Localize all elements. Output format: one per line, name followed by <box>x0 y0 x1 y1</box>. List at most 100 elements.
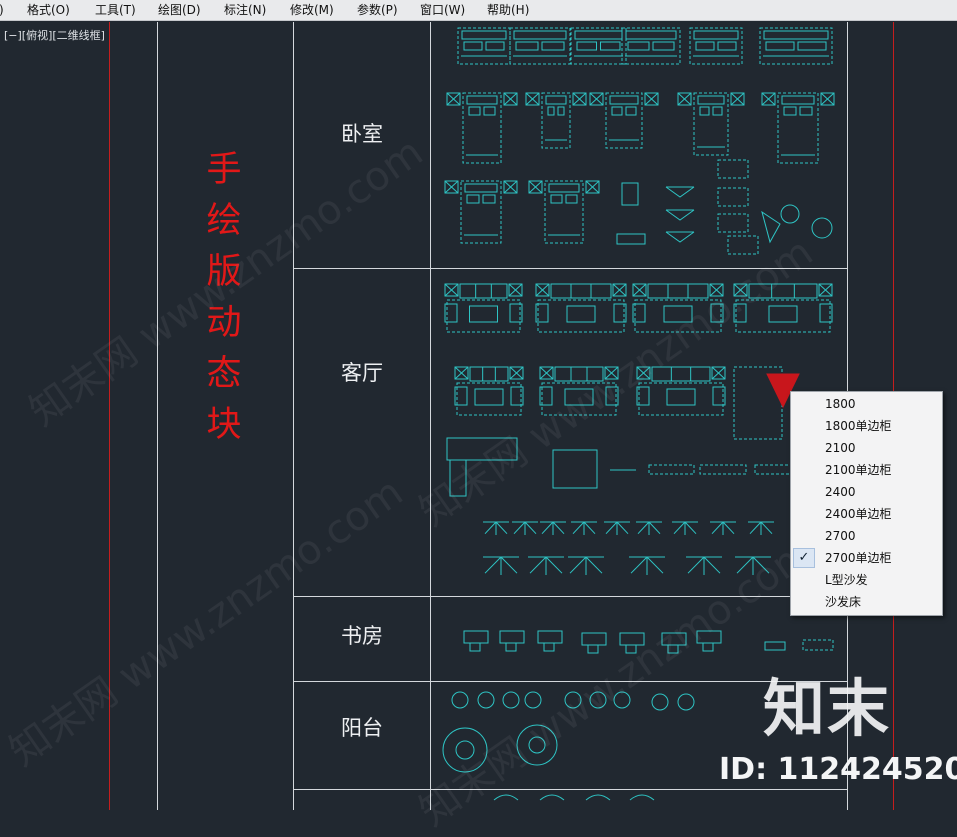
plant-leaf[interactable] <box>684 521 697 535</box>
plant-block[interactable] <box>528 556 564 575</box>
nightstand-block[interactable] <box>632 283 647 297</box>
menu-option-2400[interactable]: 2400 <box>791 481 942 503</box>
nightstand-block[interactable] <box>508 283 523 297</box>
plant-leaf[interactable] <box>500 556 518 574</box>
nightstand-block[interactable] <box>535 283 550 297</box>
chair[interactable] <box>505 642 517 652</box>
menu-option-2700-single-cabinet[interactable]: ✓ 2700单边柜 <box>791 547 942 569</box>
desk-chair-block[interactable] <box>537 630 563 652</box>
nightstand-block[interactable] <box>644 92 659 106</box>
coffee-table[interactable] <box>469 305 498 323</box>
round-chair-block[interactable] <box>780 204 800 224</box>
plant-leaf[interactable] <box>524 521 537 535</box>
bed-pillow[interactable] <box>627 41 650 51</box>
bed-pillow[interactable] <box>482 194 496 204</box>
menu-option-1800-single-cabinet[interactable]: 1800单边柜 <box>791 415 942 437</box>
lounge-chair-block[interactable] <box>539 794 565 801</box>
plant-leaf[interactable] <box>484 556 502 574</box>
rug[interactable] <box>446 299 521 333</box>
bed-frame[interactable] <box>460 180 502 244</box>
bed-pillow[interactable] <box>576 41 597 51</box>
nightstand-block[interactable] <box>539 366 554 380</box>
nightstand-block[interactable] <box>585 180 600 194</box>
chair-block[interactable] <box>665 231 695 243</box>
bed-headboard[interactable] <box>625 30 677 40</box>
plant-block[interactable] <box>483 521 509 535</box>
bed-pillow[interactable] <box>463 41 483 51</box>
plant-leaf[interactable] <box>760 521 773 535</box>
nightstand-block[interactable] <box>528 180 543 194</box>
plant-leaf[interactable] <box>646 556 664 574</box>
bed-block[interactable] <box>509 27 571 65</box>
sofa-set-block[interactable] <box>454 366 524 416</box>
bed-block[interactable] <box>570 27 627 65</box>
lounge-chair-block[interactable] <box>629 794 655 801</box>
bed-headboard[interactable] <box>513 30 567 40</box>
plant-block[interactable] <box>710 521 736 535</box>
nightstand-block[interactable] <box>730 92 745 106</box>
bed-headboard[interactable] <box>763 30 829 40</box>
nightstand-block[interactable] <box>503 92 518 106</box>
round-table-block[interactable] <box>451 691 469 709</box>
bed-block[interactable] <box>693 92 729 156</box>
bed-pillow[interactable] <box>547 106 555 116</box>
round-table-block[interactable] <box>477 691 495 709</box>
sofa-body[interactable] <box>550 283 612 299</box>
nightstand-block[interactable] <box>444 180 459 194</box>
bed-pillow[interactable] <box>765 41 795 51</box>
bed-headboard[interactable] <box>466 95 498 105</box>
bed-pillow[interactable] <box>466 194 480 204</box>
plant-leaf[interactable] <box>616 521 629 535</box>
nightstand-block[interactable] <box>572 92 587 106</box>
bed-frame[interactable] <box>457 27 511 65</box>
bed-headboard[interactable] <box>781 95 815 105</box>
nightstand-block[interactable] <box>818 283 833 297</box>
bookshelf-block[interactable] <box>802 639 834 651</box>
bed-block[interactable] <box>605 92 643 149</box>
bed-block[interactable] <box>552 449 598 489</box>
plant-block[interactable] <box>629 556 665 575</box>
coffee-table[interactable] <box>666 388 696 406</box>
bed-frame[interactable] <box>570 27 627 65</box>
tv-cabinet-block[interactable] <box>699 464 747 475</box>
plant-leaf[interactable] <box>541 521 554 535</box>
sofa-body[interactable] <box>459 283 508 299</box>
bed-pillow[interactable] <box>485 41 505 51</box>
plant-leaf[interactable] <box>583 521 596 535</box>
plant-leaf[interactable] <box>572 521 585 535</box>
bed-pillow[interactable] <box>699 106 710 116</box>
bed-headboard[interactable] <box>464 183 498 193</box>
plant-block[interactable] <box>604 521 630 535</box>
nightstand-block[interactable] <box>509 366 524 380</box>
round-table-block[interactable] <box>502 691 520 709</box>
bed-block[interactable] <box>759 27 833 65</box>
bookshelf-block[interactable] <box>764 641 786 651</box>
bed-pillow[interactable] <box>565 194 578 204</box>
chair-back[interactable] <box>665 186 695 198</box>
plant-leaf[interactable] <box>569 556 587 574</box>
bed-frame[interactable] <box>689 27 743 65</box>
desk[interactable] <box>499 630 525 644</box>
plant-block[interactable] <box>672 521 698 535</box>
bed-block[interactable] <box>544 180 584 244</box>
desk-chair-block[interactable] <box>581 632 607 654</box>
wardrobe-block[interactable] <box>717 187 749 207</box>
sofa-set-block[interactable] <box>444 283 523 333</box>
nightstand-block[interactable] <box>446 92 461 106</box>
nightstand-block[interactable] <box>761 92 776 106</box>
plant-leaf[interactable] <box>630 556 648 574</box>
plant-leaf[interactable] <box>722 521 735 535</box>
menu-option-l-sofa[interactable]: L型沙发 <box>791 569 942 591</box>
bed-pillow[interactable] <box>557 106 565 116</box>
nightstand-block[interactable] <box>711 366 726 380</box>
plant-block[interactable] <box>571 521 597 535</box>
chair-block[interactable] <box>665 186 695 198</box>
nightstand-block[interactable] <box>589 92 604 106</box>
plant-block[interactable] <box>512 521 538 535</box>
nightstand-block[interactable] <box>503 180 518 194</box>
nightstand-block[interactable] <box>525 92 540 106</box>
nightstand-block[interactable] <box>677 92 692 106</box>
menu-option-2100[interactable]: 2100 <box>791 437 942 459</box>
bed-block[interactable] <box>457 27 511 65</box>
bed-pillow[interactable] <box>695 41 715 51</box>
